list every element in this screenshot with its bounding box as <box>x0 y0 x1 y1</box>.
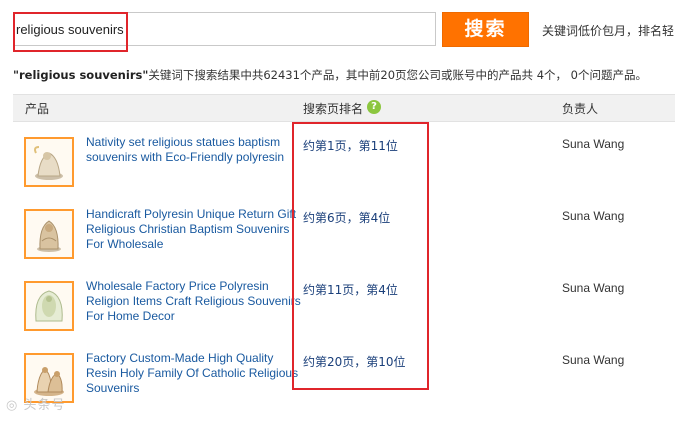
summary-keyword: "religious souvenirs" <box>13 68 149 82</box>
figurine-icon <box>35 290 63 322</box>
product-title-link[interactable]: Factory Custom-Made High Quality Resin H… <box>86 351 301 396</box>
owner-name: Suna Wang <box>562 209 625 223</box>
owner-name: Suna Wang <box>562 353 625 367</box>
column-header-product: 产品 <box>25 102 50 116</box>
figurine-icon <box>37 220 61 252</box>
help-icon[interactable]: ? <box>367 100 381 114</box>
figurine-icon <box>34 367 64 396</box>
product-title-link[interactable]: Handicraft Polyresin Unique Return Gift … <box>86 207 301 252</box>
column-header-rank: 搜索页排名 <box>303 102 364 116</box>
watermark-text: 头条号 <box>23 398 66 413</box>
owner-name: Suna Wang <box>562 281 625 295</box>
product-title-link[interactable]: Nativity set religious statues baptism s… <box>86 135 301 165</box>
product-thumbnail[interactable] <box>24 209 74 259</box>
watermark-logo-icon: ◎ <box>6 398 24 413</box>
highlight-box-search <box>13 12 128 52</box>
keyword-promo-link[interactable]: 关键词低价包月，排名轻 <box>542 22 674 39</box>
search-button[interactable]: 搜索 <box>442 12 529 47</box>
product-thumbnail[interactable] <box>24 137 74 187</box>
figurine-icon <box>34 146 63 180</box>
owner-name: Suna Wang <box>562 137 625 151</box>
watermark: ◎ 头条号 <box>6 394 66 413</box>
search-summary: "religious souvenirs"关键词下搜索结果中共62431个产品，… <box>13 67 647 83</box>
product-thumbnail[interactable] <box>24 281 74 331</box>
product-title-link[interactable]: Wholesale Factory Price Polyresin Religi… <box>86 279 301 324</box>
highlight-box-rank <box>292 122 429 390</box>
column-header-owner: 负责人 <box>562 102 599 116</box>
summary-text: 关键词下搜索结果中共62431个产品，其中前20页您公司或账号中的产品共 4个，… <box>148 68 647 82</box>
